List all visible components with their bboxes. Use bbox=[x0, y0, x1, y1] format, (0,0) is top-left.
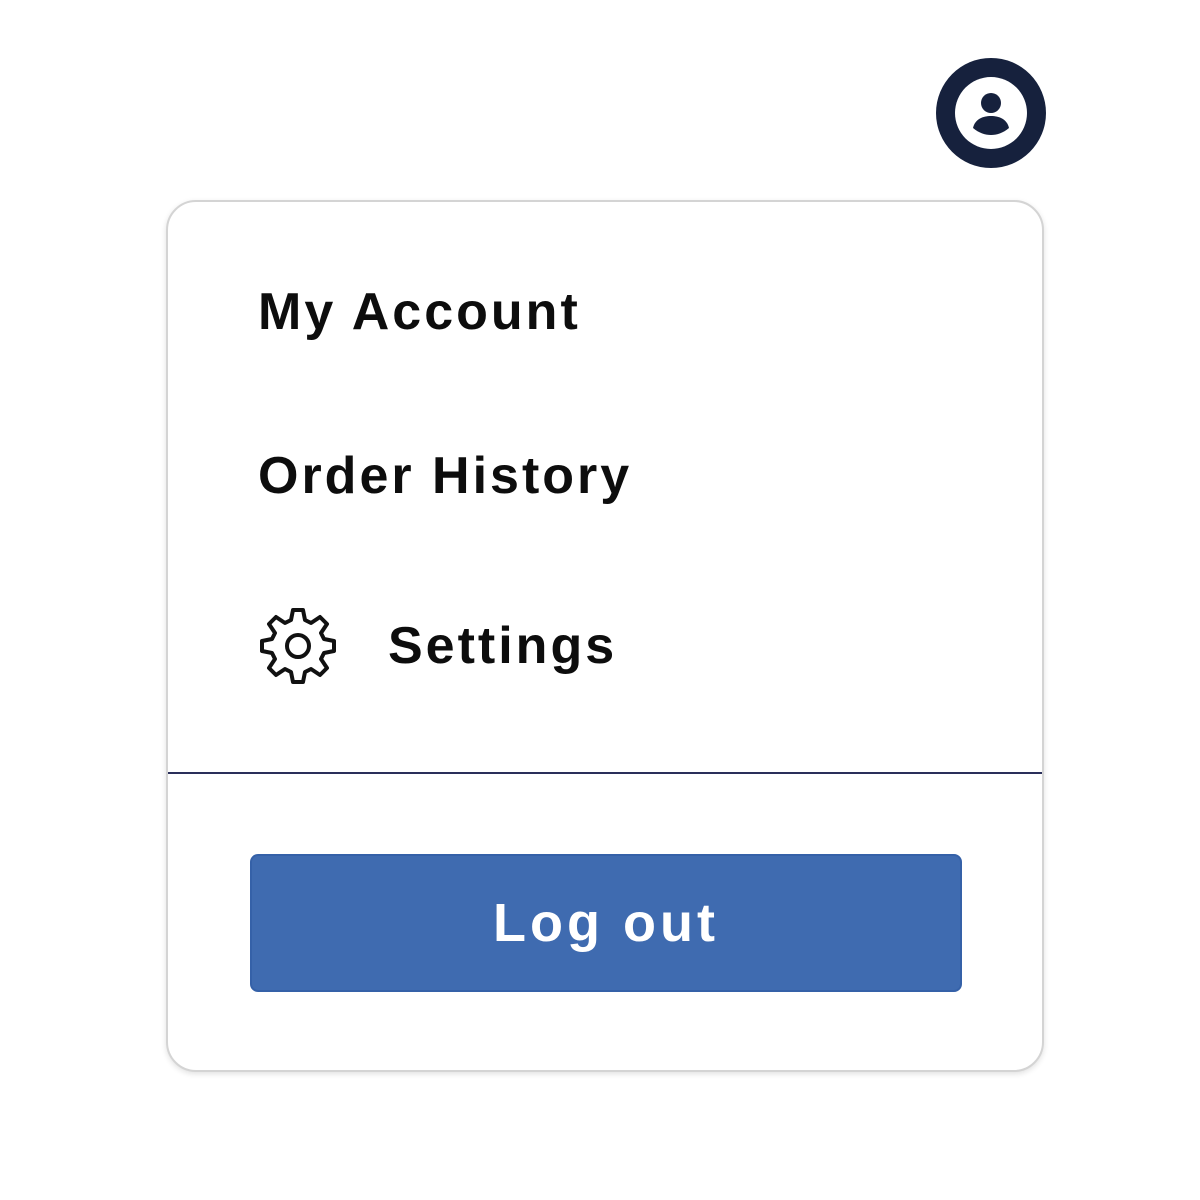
menu-item-order-history[interactable]: Order History bbox=[258, 444, 632, 508]
account-dropdown-menu: My Account Order History Settings Log ou… bbox=[166, 200, 1044, 1072]
menu-item-settings[interactable]: Settings bbox=[258, 606, 617, 686]
user-menu-button[interactable] bbox=[936, 58, 1046, 168]
gear-icon bbox=[258, 606, 338, 686]
menu-divider bbox=[168, 772, 1042, 774]
page: My Account Order History Settings Log ou… bbox=[0, 0, 1200, 1200]
menu-item-label: Settings bbox=[388, 617, 618, 675]
logout-button[interactable]: Log out bbox=[250, 854, 962, 992]
menu-item-my-account[interactable]: My Account bbox=[258, 280, 581, 344]
user-avatar-icon bbox=[953, 75, 1029, 151]
menu-item-label: My Account bbox=[258, 283, 581, 341]
menu-item-label: Order History bbox=[258, 447, 633, 505]
